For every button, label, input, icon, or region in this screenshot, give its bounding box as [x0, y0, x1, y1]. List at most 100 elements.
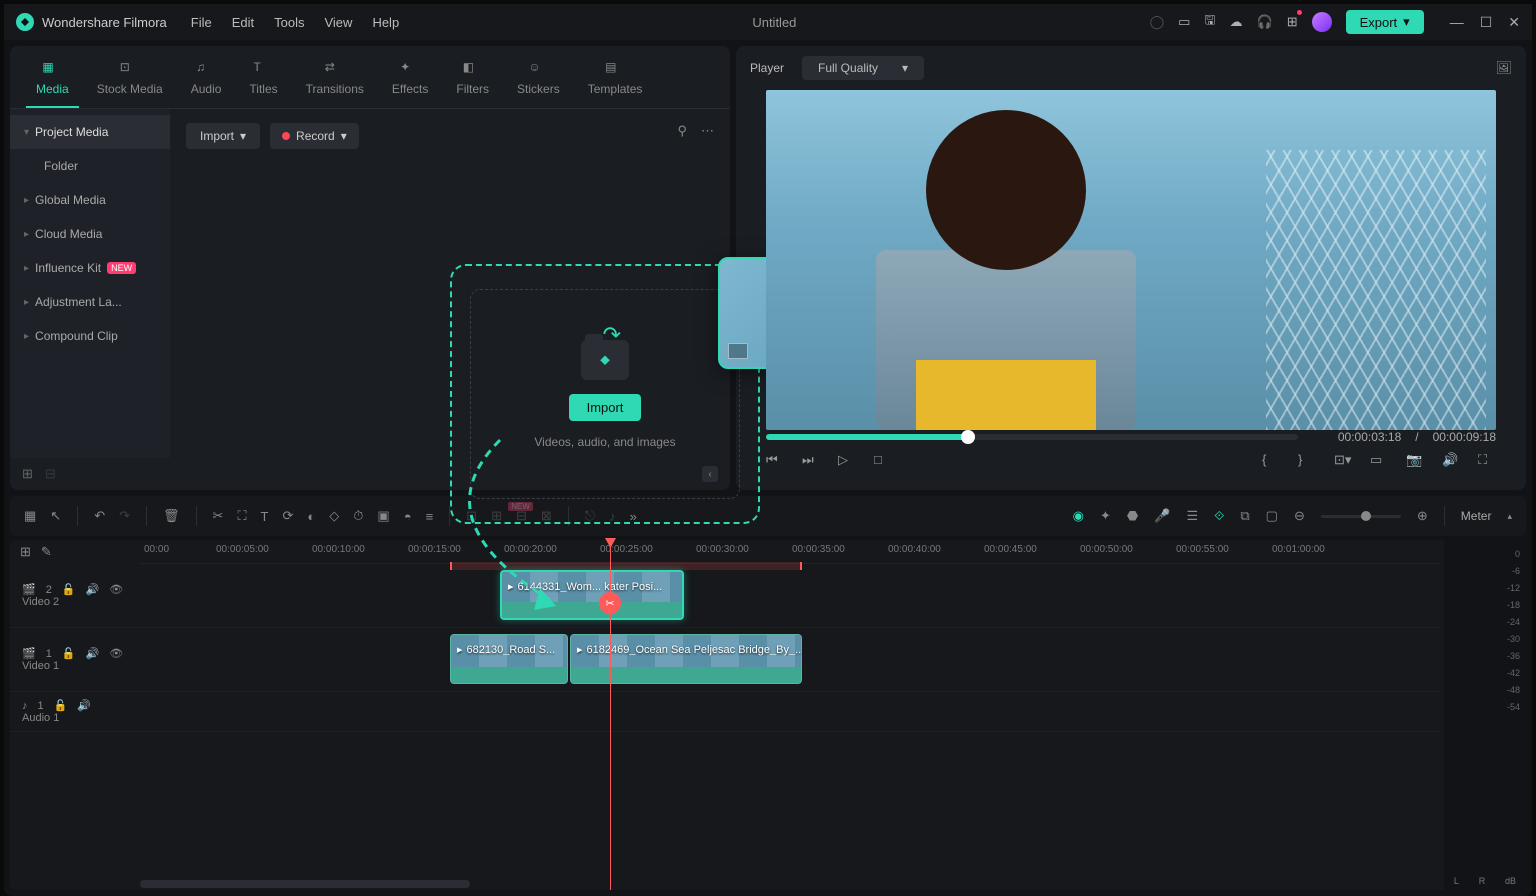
save-icon[interactable]: 🖫	[1204, 11, 1215, 33]
import-dropdown[interactable]: Import▾	[186, 123, 260, 149]
monitor-icon[interactable]: ▭	[1178, 14, 1190, 30]
lock-icon[interactable]: 🔓	[62, 647, 76, 660]
close-button[interactable]: ✕	[1508, 14, 1520, 31]
quality-dropdown[interactable]: Full Quality▾	[802, 56, 924, 80]
tab-stickers[interactable]: ☺Stickers	[507, 54, 570, 108]
import-button[interactable]: Import	[569, 394, 642, 421]
magnet-button[interactable]: ⟐	[1214, 508, 1224, 524]
group2-icon[interactable]: ⊞	[491, 508, 502, 524]
delete-button[interactable]: 🗑	[163, 508, 180, 524]
tab-filters[interactable]: ◧Filters	[446, 54, 499, 108]
audio2-icon[interactable]: ♪	[609, 509, 616, 524]
next-frame-button[interactable]: ⏭	[802, 452, 820, 470]
tab-titles[interactable]: TTitles	[239, 54, 287, 108]
more-icon[interactable]: ⋯	[701, 123, 714, 149]
voiceover-button[interactable]: 🎤	[1154, 508, 1170, 524]
menu-edit[interactable]: Edit	[232, 15, 254, 30]
maximize-button[interactable]: ☐	[1480, 14, 1493, 31]
track-video1[interactable]: ▸682130_Road S... ▸6182469_Ocean Sea Pel…	[140, 628, 1440, 691]
user-avatar[interactable]	[1312, 12, 1332, 32]
bin-icon[interactable]: ⊟	[45, 466, 56, 482]
zoom-out-button[interactable]: ⊖	[1294, 508, 1305, 524]
text-button[interactable]: T	[261, 509, 269, 524]
image-icon[interactable]: 🖼	[1495, 60, 1512, 76]
group4-icon[interactable]: ⊠	[541, 508, 552, 524]
tab-audio[interactable]: ♫Audio	[181, 54, 232, 108]
mark-out-button[interactable]: }	[1298, 452, 1316, 470]
timeline-ruler[interactable]: 00:00 00:00:05:00 00:00:10:00 00:00:15:0…	[140, 540, 1440, 564]
menu-help[interactable]: Help	[372, 15, 399, 30]
sidebar-item-compound[interactable]: ▸Compound Clip	[10, 319, 170, 353]
mute-icon[interactable]: 🔊	[86, 647, 100, 660]
mask-button[interactable]: ◓	[404, 509, 412, 524]
minimize-button[interactable]: —	[1450, 14, 1464, 31]
display-button[interactable]: ▭	[1370, 452, 1388, 470]
marker-button[interactable]: ⬣	[1127, 508, 1138, 524]
circle-icon[interactable]: ◯	[1150, 14, 1165, 30]
group3-icon[interactable]: ⊟NEW	[516, 508, 527, 524]
track-video2[interactable]: ▸6144331_Wom... kater Posi... ✂	[140, 564, 1440, 627]
clip-video2-a[interactable]: ▸6144331_Wom... kater Posi...	[500, 570, 684, 620]
color-button[interactable]: ◐	[307, 509, 315, 524]
mute-icon[interactable]: 🔊	[77, 699, 91, 712]
new-folder-icon[interactable]: ⊞	[22, 466, 33, 482]
drop-zone[interactable]: ↷⬥ Import Videos, audio, and images	[470, 289, 740, 499]
clip-video1-a[interactable]: ▸682130_Road S...	[450, 634, 568, 684]
undo-button[interactable]: ↶	[94, 508, 105, 524]
select-tool[interactable]: ▦	[24, 508, 36, 524]
snapshot-button[interactable]: 📷	[1406, 452, 1424, 470]
eye-icon[interactable]: 👁	[109, 583, 123, 596]
filter-icon[interactable]: ⚲	[677, 123, 687, 149]
sidebar-item-project-media[interactable]: ▾Project Media	[10, 115, 170, 149]
ratio-button[interactable]: ⊡▾	[1334, 452, 1352, 470]
volume-button[interactable]: 🔊	[1442, 452, 1460, 470]
group1-icon[interactable]: ⊡	[466, 508, 477, 524]
fullscreen-button[interactable]: ⛶	[1478, 452, 1496, 470]
track-add-icon[interactable]: ⊞	[20, 544, 31, 560]
headset-icon[interactable]: 🎧	[1257, 14, 1273, 30]
sidebar-item-influence[interactable]: ▸Influence KitNEW	[10, 251, 170, 285]
greenscreen-button[interactable]: ▣	[377, 508, 389, 524]
mixer-button[interactable]: ☰	[1186, 508, 1198, 524]
tab-templates[interactable]: ▤Templates	[578, 54, 653, 108]
redo-button[interactable]: ↷	[119, 508, 130, 524]
link-button[interactable]: ⧉	[1240, 508, 1249, 524]
crop-button[interactable]: ⛶	[237, 508, 246, 524]
eye-icon[interactable]: 👁	[109, 647, 123, 660]
render-button[interactable]: ◉	[1073, 508, 1084, 524]
tab-media[interactable]: ▦Media	[26, 54, 79, 108]
cut-marker[interactable]: ✂	[599, 592, 621, 614]
sidebar-item-adjustment[interactable]: ▸Adjustment La...	[10, 285, 170, 319]
auto-button[interactable]: ▢	[1266, 508, 1278, 524]
zoom-in-button[interactable]: ⊕	[1417, 508, 1428, 524]
tab-transitions[interactable]: ⇄Transitions	[296, 54, 374, 108]
lock-icon[interactable]: 🔓	[62, 583, 76, 596]
tab-effects[interactable]: ✦Effects	[382, 54, 438, 108]
speed-button[interactable]: ⟳	[283, 508, 294, 524]
zoom-slider[interactable]	[1321, 515, 1401, 518]
track-settings-icon[interactable]: ✎	[41, 544, 52, 560]
track-audio1[interactable]	[140, 692, 1440, 731]
lock-icon[interactable]: 🔓	[54, 699, 68, 712]
split-button[interactable]: ✂	[213, 508, 224, 524]
scrub-handle[interactable]	[961, 430, 975, 444]
mark-in-button[interactable]: {	[1262, 452, 1280, 470]
duration-button[interactable]: ⏱	[353, 508, 363, 524]
cloud-icon[interactable]: ☁	[1230, 14, 1243, 30]
video-preview[interactable]	[766, 90, 1496, 430]
pointer-tool[interactable]: ↖	[50, 508, 61, 524]
meter-label[interactable]: Meter	[1461, 509, 1492, 523]
menu-tools[interactable]: Tools	[274, 15, 304, 30]
adjust-button[interactable]: ≡	[426, 509, 434, 524]
sidebar-item-cloud[interactable]: ▸Cloud Media	[10, 217, 170, 251]
stop-button[interactable]: □	[874, 452, 892, 470]
keyframe-button[interactable]: ◇	[329, 508, 339, 524]
menu-view[interactable]: View	[324, 15, 352, 30]
prev-frame-button[interactable]: ⏮	[766, 452, 784, 470]
scrubber[interactable]	[766, 434, 1298, 440]
apps-icon[interactable]: ⊞	[1287, 14, 1298, 30]
sidebar-item-global[interactable]: ▸Global Media	[10, 183, 170, 217]
audio1-icon[interactable]: ⎋	[585, 508, 595, 524]
record-dropdown[interactable]: Record▾	[270, 123, 359, 149]
play-button[interactable]: ▷	[838, 452, 856, 470]
